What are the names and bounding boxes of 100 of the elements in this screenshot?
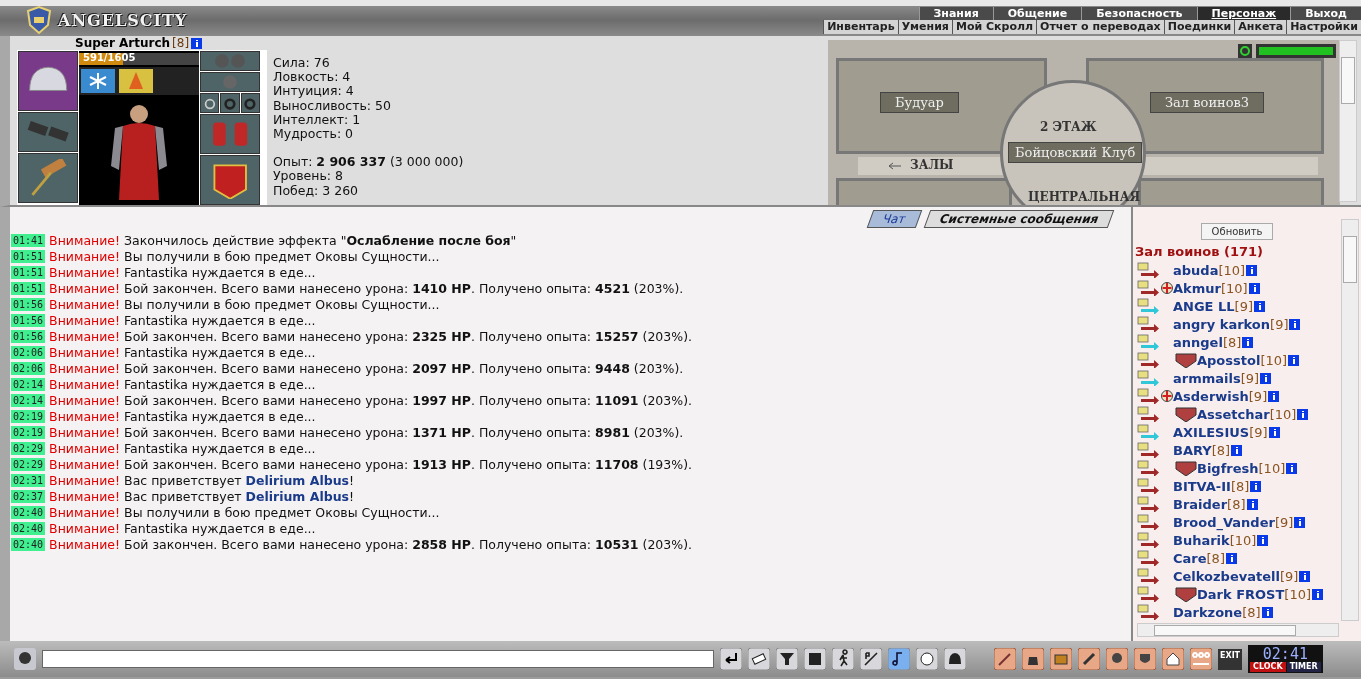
player-name[interactable]: Care	[1173, 550, 1207, 566]
player-name[interactable]: ANGE LL	[1173, 298, 1235, 314]
info-icon[interactable]	[1254, 300, 1265, 312]
info-icon[interactable]	[1257, 534, 1269, 546]
menu-tab[interactable]: Выход	[1290, 7, 1361, 20]
private-message-icon[interactable]	[1137, 604, 1161, 620]
room-link[interactable]: Зал воинов3	[1150, 92, 1265, 113]
submenu-link[interactable]: Мой Скролл	[951, 20, 1037, 34]
room-link[interactable]: Бойцовский Клуб	[1008, 142, 1143, 163]
menu-tab[interactable]: Безопасность	[1081, 7, 1197, 20]
info-icon[interactable]	[1225, 552, 1237, 564]
info-icon[interactable]	[1289, 318, 1301, 330]
info-icon[interactable]	[1299, 570, 1311, 582]
private-message-icon[interactable]	[1137, 406, 1161, 422]
info-icon[interactable]	[1268, 390, 1280, 402]
player-name[interactable]: Aposstol	[1197, 352, 1261, 368]
info-icon[interactable]	[1261, 606, 1273, 618]
private-message-icon[interactable]	[1137, 262, 1161, 278]
menu-tab[interactable]: Персонаж	[1196, 7, 1291, 20]
clock-tab[interactable]: CLOCK	[1250, 662, 1286, 672]
player-name[interactable]: angry karkon	[1173, 316, 1271, 332]
filter-icon[interactable]	[776, 648, 798, 670]
enter-icon[interactable]	[720, 648, 742, 670]
submenu-link[interactable]: Анкета	[1234, 20, 1287, 34]
info-icon[interactable]	[191, 37, 203, 49]
eraser-icon[interactable]	[748, 648, 770, 670]
player-name[interactable]: Braider	[1173, 496, 1228, 512]
note-icon[interactable]	[888, 648, 910, 670]
head-icon[interactable]	[14, 648, 36, 670]
player-name[interactable]: Brood_Vander	[1173, 514, 1275, 530]
submenu-link[interactable]: Поединки	[1163, 20, 1235, 34]
shield-slot[interactable]	[200, 155, 260, 205]
info-icon[interactable]	[1250, 480, 1262, 492]
ring-slot[interactable]	[200, 93, 220, 113]
info-icon[interactable]	[1312, 588, 1323, 600]
timer-tab[interactable]: TIMER	[1286, 662, 1321, 672]
info-icon[interactable]	[1246, 498, 1258, 510]
chat-tab[interactable]: Системные сообщения	[923, 210, 1115, 228]
player-name[interactable]: BARY	[1173, 442, 1212, 458]
player-name[interactable]: Celkozbevatell	[1173, 568, 1280, 584]
info-icon[interactable]	[1242, 336, 1254, 348]
info-icon[interactable]	[1297, 408, 1309, 420]
scrollbar[interactable]	[1137, 623, 1339, 637]
info-icon[interactable]	[1268, 426, 1280, 438]
player-name[interactable]: Buharik	[1173, 532, 1230, 548]
private-message-icon[interactable]	[1137, 280, 1161, 296]
room-link[interactable]: ЦЕНТРАЛЬНАЯ	[1028, 190, 1140, 204]
private-message-icon[interactable]	[1137, 442, 1161, 458]
private-message-icon[interactable]	[1137, 352, 1161, 368]
chest-icon[interactable]	[1050, 648, 1072, 670]
private-message-icon[interactable]	[1137, 388, 1161, 404]
player-name[interactable]: Dark FROST	[1197, 586, 1285, 602]
player-name[interactable]: anngel	[1173, 334, 1223, 350]
refresh-icon[interactable]	[1238, 44, 1252, 58]
player-name[interactable]: Asderwish	[1173, 388, 1249, 404]
player-name[interactable]: Bigfresh	[1197, 460, 1259, 476]
house-icon[interactable]	[1162, 648, 1184, 670]
private-message-icon[interactable]	[1137, 460, 1161, 476]
info-icon[interactable]	[1260, 372, 1272, 384]
player-name[interactable]: abuda	[1173, 262, 1219, 278]
room-link[interactable]: Будуар	[880, 92, 959, 113]
info-icon[interactable]	[1294, 516, 1306, 528]
info-icon[interactable]	[1246, 264, 1258, 276]
submenu-link[interactable]: Инвентарь	[823, 20, 898, 34]
submenu-link[interactable]: Умения	[897, 20, 952, 34]
refresh-button[interactable]: Обновить	[1200, 223, 1274, 240]
player-name[interactable]: AXILESIUS	[1173, 424, 1250, 440]
figure-icon[interactable]	[832, 648, 854, 670]
helmet-slot[interactable]	[18, 51, 78, 111]
private-message-icon[interactable]	[1137, 478, 1161, 494]
info-icon[interactable]	[1248, 282, 1260, 294]
chat-tab[interactable]: Чат	[866, 210, 922, 228]
private-message-icon[interactable]	[1137, 496, 1161, 512]
info-icon[interactable]	[1286, 462, 1298, 474]
hammer-slot[interactable]	[18, 153, 78, 203]
info-icon[interactable]	[1288, 354, 1300, 366]
private-message-icon[interactable]	[1137, 550, 1161, 566]
player-name[interactable]: BITVA-II	[1173, 478, 1231, 494]
menu-tab[interactable]: Знания	[918, 7, 993, 20]
player-name[interactable]: Assetchar	[1197, 406, 1270, 422]
private-message-icon[interactable]	[1137, 514, 1161, 530]
ring-slot[interactable]	[240, 93, 260, 113]
private-message-icon[interactable]	[1137, 532, 1161, 548]
private-message-icon[interactable]	[1137, 568, 1161, 584]
submenu-link[interactable]: Отчет о переводах	[1036, 20, 1164, 34]
menu-tab[interactable]: Общение	[992, 7, 1082, 20]
submenu-link[interactable]: Настройки	[1286, 20, 1361, 34]
player-name[interactable]: Akmur	[1173, 280, 1221, 296]
info-icon[interactable]	[1231, 444, 1243, 456]
scrollbar[interactable]	[1341, 219, 1359, 621]
scrollbar[interactable]	[1339, 40, 1357, 202]
helmet-icon[interactable]	[944, 648, 966, 670]
private-message-icon[interactable]	[1137, 316, 1161, 332]
chat-input-field[interactable]	[42, 650, 714, 668]
exit-button[interactable]: EXIT	[1218, 648, 1243, 670]
player-name[interactable]: Darkzone	[1173, 604, 1243, 620]
private-message-icon[interactable]	[1137, 586, 1161, 602]
player-name[interactable]: armmails	[1173, 370, 1241, 386]
room-link[interactable]: ЗАЛЫ	[910, 158, 954, 172]
warning-label: Внимание!	[49, 440, 121, 456]
